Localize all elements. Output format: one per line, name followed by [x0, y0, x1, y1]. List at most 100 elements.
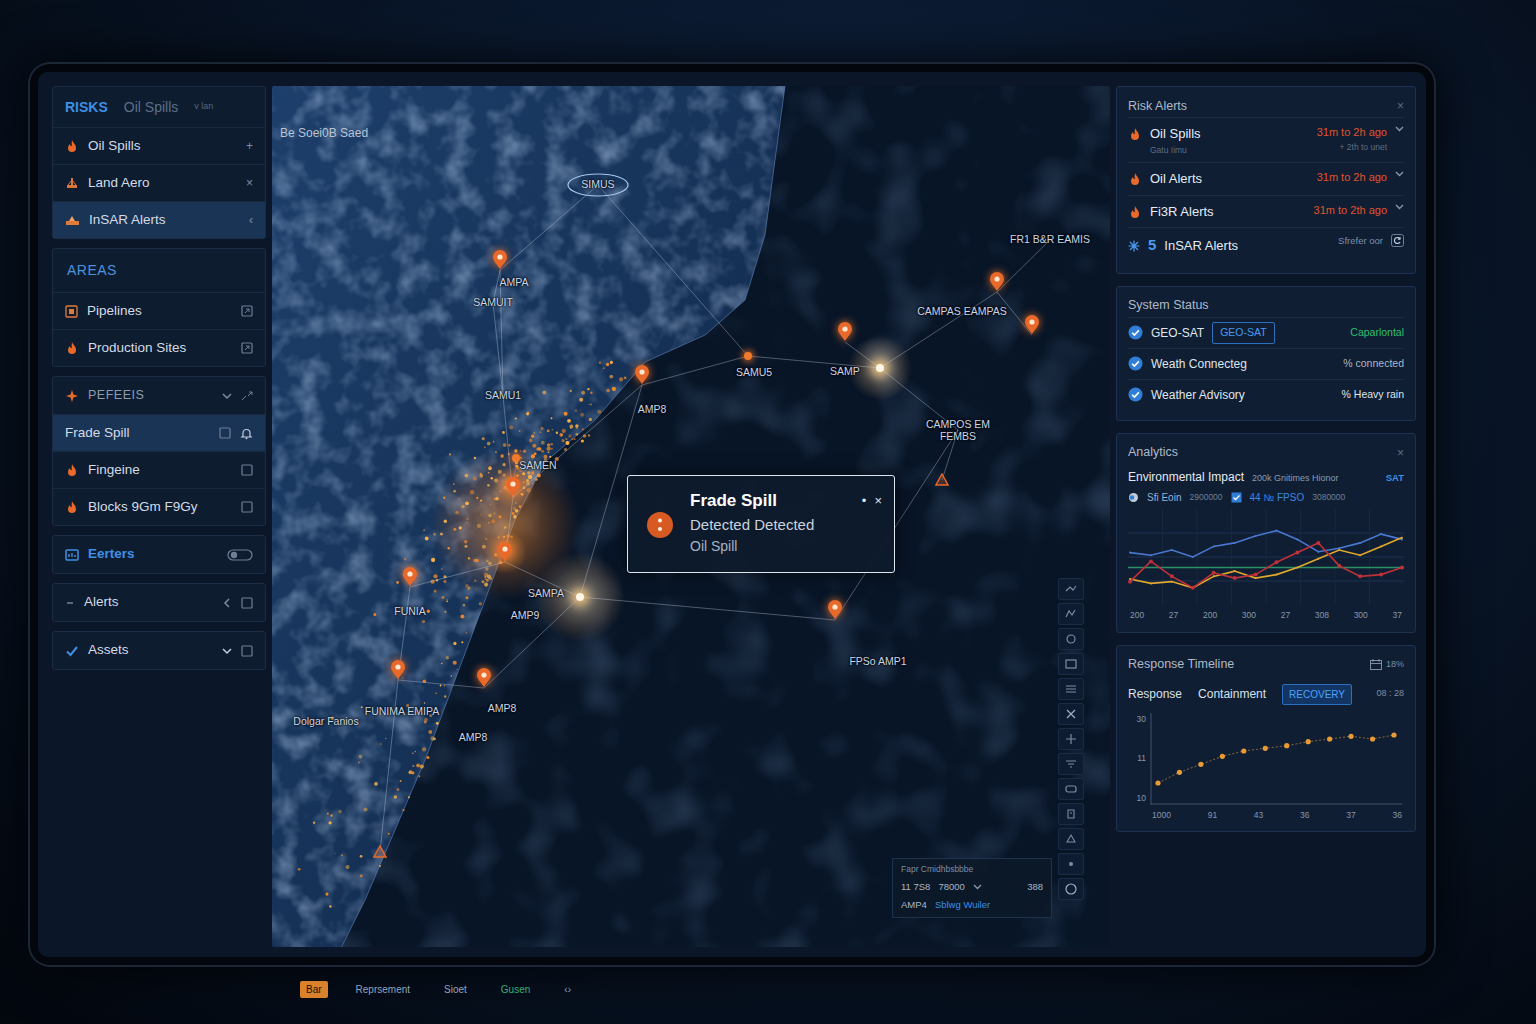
map-canvas[interactable]: Be Soei0B SaedAMPASAMUITSIMUSSAMU1AMP8SA…	[272, 86, 1110, 947]
spill-popup[interactable]: Frade Spill•×Detected DetectedOil Spill	[627, 475, 895, 573]
phase-tab[interactable]: Containment	[1198, 685, 1266, 703]
box-icon[interactable]	[241, 464, 253, 476]
caret-icon[interactable]	[222, 391, 232, 401]
map-node-label: FUNIA	[394, 604, 426, 620]
alert-triangle-icon[interactable]	[373, 845, 387, 858]
chevron-down-icon[interactable]	[1395, 169, 1404, 178]
risk-layer-item[interactable]: InSAR Alerts‹	[53, 201, 265, 238]
map-tool-button[interactable]	[1058, 603, 1084, 625]
open-box-icon[interactable]	[241, 305, 253, 317]
pin-button[interactable]: •	[862, 491, 867, 511]
risk-alert-row[interactable]: 5InSAR AlertsSfrefer oor	[1128, 227, 1404, 263]
legend-check-icon[interactable]	[1231, 492, 1242, 503]
map-pin-icon[interactable]	[634, 365, 650, 385]
phase-tab[interactable]: Response	[1128, 685, 1182, 703]
taskbar-item[interactable]: Sioet	[438, 981, 473, 998]
legend-dot-icon[interactable]	[1128, 492, 1139, 503]
map-tool-button[interactable]	[1058, 878, 1084, 900]
map-pin-icon[interactable]	[402, 567, 418, 587]
map-tool-button[interactable]	[1058, 628, 1084, 650]
alert-triangle-icon[interactable]	[935, 473, 949, 486]
row-action[interactable]: ‹	[249, 211, 253, 229]
map-tool-button[interactable]	[1058, 753, 1084, 775]
risk-layer-item[interactable]: Land Aero×	[53, 164, 265, 201]
bell-icon[interactable]	[240, 427, 253, 440]
map-tool-button[interactable]	[1058, 778, 1084, 800]
map-pin-icon[interactable]	[492, 250, 508, 270]
map-tool-button[interactable]	[1058, 803, 1084, 825]
group-item-label: Blocks 9Gm F9Gy	[88, 497, 232, 517]
resize-icon[interactable]	[241, 391, 253, 401]
phase-tab[interactable]: RECOVERY	[1282, 684, 1352, 705]
alert-label-group: Oil SpillsGatu Iimu	[1128, 124, 1309, 156]
light-point-icon[interactable]	[876, 364, 884, 372]
close-button[interactable]: ×	[1397, 444, 1404, 462]
map-tool-button[interactable]	[1058, 653, 1084, 675]
box-icon[interactable]	[241, 597, 253, 609]
taskbar-item[interactable]: Reprsement	[350, 981, 416, 998]
map-pin-icon[interactable]	[1024, 315, 1040, 335]
section-row-inner[interactable]: Alerts	[53, 584, 265, 621]
calendar-icon[interactable]	[1370, 659, 1382, 670]
risk-alert-row[interactable]: Fi3R Alerts31m to 2th ago	[1128, 195, 1404, 228]
row-action[interactable]: +	[246, 137, 253, 155]
info-link[interactable]: Sblwg Wuiler	[935, 898, 990, 912]
close-button[interactable]: ×	[874, 491, 882, 511]
taskbar-item[interactable]: ‹›	[558, 981, 577, 998]
taskbar-item[interactable]: Bar	[300, 981, 328, 998]
map-tool-button[interactable]	[1058, 853, 1084, 875]
caret-icon[interactable]	[222, 646, 232, 656]
map-tool-button[interactable]	[1058, 828, 1084, 850]
chevron-left-icon[interactable]	[222, 597, 232, 609]
chevron-down-icon[interactable]	[1395, 202, 1404, 211]
area-item[interactable]: Production Sites	[53, 329, 265, 366]
chevron-down-icon[interactable]	[1395, 124, 1404, 133]
popup-status: Detected Detected	[690, 514, 882, 537]
card-title: Analytics	[1128, 443, 1178, 462]
taskbar-item[interactable]: Gusen	[495, 981, 536, 998]
section-row-inner[interactable]: Eerters	[53, 536, 265, 573]
analytics-tag[interactable]: SAT	[1386, 471, 1404, 485]
map-pin-icon[interactable]	[989, 272, 1005, 292]
sidebar-tab[interactable]: RISKS	[65, 97, 108, 118]
map-tool-button[interactable]	[1058, 678, 1084, 700]
risk-layer-item[interactable]: Oil Spills+	[53, 127, 265, 164]
group-header[interactable]: PEFEEIS	[53, 377, 265, 414]
city-light	[477, 524, 481, 528]
open-box-icon[interactable]	[241, 342, 253, 354]
risk-alert-row[interactable]: Oil Alerts31m to 2h ago	[1128, 162, 1404, 195]
map-dot-icon[interactable]	[512, 454, 520, 462]
section-row[interactable]: Eerters	[52, 535, 266, 574]
row-action[interactable]: ×	[246, 174, 253, 192]
map-pin-icon[interactable]	[837, 322, 853, 342]
toggle-icon[interactable]	[227, 549, 253, 561]
sidebar-tab[interactable]: Oil Spills	[124, 97, 178, 118]
close-button[interactable]: ×	[1397, 97, 1404, 115]
group-item[interactable]: Frade Spill	[53, 414, 265, 451]
section-row[interactable]: Alerts	[52, 583, 266, 622]
light-point-icon[interactable]	[576, 593, 584, 601]
map-pin-icon[interactable]	[505, 477, 521, 497]
risk-alert-row[interactable]: Oil SpillsGatu Iimu31m to 2h ago+ 2th to…	[1128, 117, 1404, 162]
box-icon[interactable]	[219, 427, 231, 439]
box-icon[interactable]	[241, 501, 253, 513]
area-item[interactable]: Pipelines	[53, 292, 265, 329]
city-light	[361, 706, 363, 708]
refresh-icon[interactable]	[1391, 234, 1404, 247]
map-pin-icon[interactable]	[497, 542, 513, 562]
section-row[interactable]: Assets	[52, 631, 266, 670]
map-tool-button[interactable]	[1058, 703, 1084, 725]
map-pin-icon[interactable]	[476, 668, 492, 688]
chevron-down-icon[interactable]	[973, 882, 982, 891]
series-line	[1130, 543, 1402, 588]
map-pin-icon[interactable]	[827, 600, 843, 620]
group-item[interactable]: Blocks 9Gm F9Gy	[53, 488, 265, 525]
map-tool-button[interactable]	[1058, 578, 1084, 600]
section-row-inner[interactable]: Assets	[53, 632, 265, 669]
box-icon[interactable]	[241, 645, 253, 657]
group-item[interactable]: Fingeine	[53, 451, 265, 488]
map-pin-icon[interactable]	[390, 660, 406, 680]
map-dot-icon[interactable]	[744, 352, 752, 360]
map-tool-button[interactable]	[1058, 728, 1084, 750]
timeline-point	[1348, 733, 1353, 738]
